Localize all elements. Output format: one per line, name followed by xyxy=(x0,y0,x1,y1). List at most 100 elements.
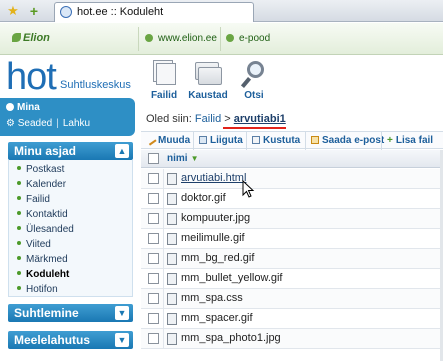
file-icon xyxy=(167,233,177,245)
site-favicon-icon xyxy=(60,6,72,18)
chevron-down-icon[interactable]: ▼ xyxy=(115,306,129,320)
table-row[interactable]: mm_spa_photo1.jpg xyxy=(141,329,443,349)
column-divider xyxy=(163,289,164,309)
logo-subtitle: Suhtluskeskus xyxy=(60,79,131,91)
bullet-icon xyxy=(145,34,153,42)
user-links: ⚙ Seaded | Lahku xyxy=(6,118,91,129)
file-name-link[interactable]: mm_spa_photo1.jpg xyxy=(181,332,281,344)
bookmark-star-icon[interactable]: ★ xyxy=(5,3,21,19)
file-icon xyxy=(167,333,177,345)
divider xyxy=(220,27,221,51)
table-row[interactable]: mm_spa.css xyxy=(141,289,443,309)
file-icon xyxy=(167,273,177,285)
file-icon xyxy=(167,253,177,265)
sidebar-item-kontaktid[interactable]: Kontaktid xyxy=(17,209,68,220)
plus-icon: + xyxy=(387,135,393,146)
chevron-down-icon[interactable]: ▼ xyxy=(115,333,129,347)
file-name-link[interactable]: doktor.gif xyxy=(181,192,226,204)
toolbar-folders-button[interactable]: Kaustad xyxy=(188,60,228,101)
tab-title: hot.ee :: Koduleht xyxy=(77,6,164,18)
browser-tab[interactable]: hot.ee :: Koduleht xyxy=(54,2,254,22)
table-row[interactable]: arvutiabi.html xyxy=(141,169,443,189)
row-checkbox[interactable] xyxy=(148,173,159,184)
select-all-checkbox[interactable] xyxy=(148,153,159,164)
search-icon xyxy=(240,60,268,88)
file-name-link[interactable]: mm_bg_red.gif xyxy=(181,252,254,264)
sidebar-item-kalender[interactable]: Kalender xyxy=(17,179,66,190)
user-icon xyxy=(6,103,14,111)
section-minu-asjad[interactable]: Minu asjad ▲ xyxy=(8,142,133,160)
hot-logo[interactable]: hot Suhtluskeskus xyxy=(0,56,138,98)
table-row[interactable]: mm_bg_red.gif xyxy=(141,249,443,269)
logout-link[interactable]: Lahku xyxy=(63,118,90,129)
file-name-link[interactable]: mm_spacer.gif xyxy=(181,312,253,324)
table-row[interactable]: mm_spacer.gif xyxy=(141,309,443,329)
column-divider xyxy=(163,169,164,189)
user-box: Mina ⚙ Seaded | Lahku xyxy=(0,98,135,136)
table-row[interactable]: mm_bullet_yellow.gif xyxy=(141,269,443,289)
logo-text: hot xyxy=(6,56,57,98)
sidebar-item-failid[interactable]: Failid xyxy=(17,194,50,205)
breadcrumb-prefix: Oled siin: xyxy=(146,113,192,125)
row-checkbox[interactable] xyxy=(148,313,159,324)
row-checkbox[interactable] xyxy=(148,333,159,344)
delete-button[interactable]: Kustuta xyxy=(246,132,300,150)
add-file-button[interactable]: + Lisa fail xyxy=(381,132,433,150)
column-divider xyxy=(163,329,164,349)
edit-button[interactable]: Muuda xyxy=(145,134,190,146)
table-row[interactable]: meilimulle.gif xyxy=(141,229,443,249)
row-checkbox[interactable] xyxy=(148,233,159,244)
chevron-up-icon[interactable]: ▲ xyxy=(115,144,129,158)
breadcrumb: Oled siin: Failid > arvutiabi1 xyxy=(146,113,286,125)
bullet-icon xyxy=(17,196,21,200)
toolbar-search-button[interactable]: Otsi xyxy=(234,60,274,101)
file-name-link[interactable]: mm_bullet_yellow.gif xyxy=(181,272,283,284)
file-icon xyxy=(167,293,177,305)
column-divider xyxy=(163,209,164,229)
browser-tab-bar: ★ + hot.ee :: Koduleht xyxy=(0,0,443,22)
section-meelelahutus[interactable]: Meelelahutus ▼ xyxy=(8,331,133,349)
link-e-pood[interactable]: e-pood xyxy=(226,33,270,44)
sidebar-item-postkast[interactable]: Postkast xyxy=(17,164,64,175)
column-divider xyxy=(163,269,164,289)
bullet-icon xyxy=(17,226,21,230)
section-suhtlemine[interactable]: Suhtlemine ▼ xyxy=(8,304,133,322)
cursor-arrow-icon xyxy=(242,180,255,198)
row-checkbox[interactable] xyxy=(148,253,159,264)
add-bookmark-icon[interactable]: + xyxy=(26,3,42,19)
file-name-link[interactable]: mm_spa.css xyxy=(181,292,243,304)
settings-link[interactable]: Seaded xyxy=(18,118,52,129)
user-profile-link[interactable]: Mina xyxy=(6,102,40,113)
table-row[interactable]: doktor.gif xyxy=(141,189,443,209)
column-divider xyxy=(163,249,164,269)
sidebar-item-viited[interactable]: Viited xyxy=(17,239,51,250)
pencil-icon xyxy=(145,134,157,146)
bullet-icon xyxy=(17,256,21,260)
bullet-icon xyxy=(17,286,21,290)
file-icon xyxy=(167,313,177,325)
file-name-link[interactable]: arvutiabi.html xyxy=(181,172,246,184)
sidebar-item-ulesanded[interactable]: Ülesanded xyxy=(17,224,74,235)
elion-logo[interactable]: Elion xyxy=(12,32,50,44)
file-name-link[interactable]: meilimulle.gif xyxy=(181,232,245,244)
toolbar-files-button[interactable]: Failid xyxy=(144,60,184,101)
link-elion-ee[interactable]: www.elion.ee xyxy=(145,33,217,44)
bullet-icon xyxy=(17,211,21,215)
table-row[interactable]: kompuuter.jpg xyxy=(141,209,443,229)
send-email-button[interactable]: Saada e-post xyxy=(305,132,384,150)
sidebar-item-koduleht[interactable]: Koduleht xyxy=(17,269,69,280)
breadcrumb-root[interactable]: Failid xyxy=(195,113,221,125)
file-table: nimi ▼ arvutiabi.html doktor.gif kompuuter.… xyxy=(141,150,443,361)
move-button[interactable]: Liiguta xyxy=(193,132,243,150)
row-checkbox[interactable] xyxy=(148,293,159,304)
file-icon xyxy=(167,213,177,225)
column-header-name[interactable]: nimi ▼ xyxy=(167,153,198,164)
sidebar-item-markmed[interactable]: Märkmed xyxy=(17,254,68,265)
file-name-link[interactable]: kompuuter.jpg xyxy=(181,212,250,224)
column-divider xyxy=(163,189,164,209)
row-checkbox[interactable] xyxy=(148,273,159,284)
sidebar-item-hotifon[interactable]: Hotifon xyxy=(17,284,58,295)
nav-list: Postkast Kalender Failid Kontaktid Ülesa… xyxy=(8,160,133,297)
row-checkbox[interactable] xyxy=(148,213,159,224)
row-checkbox[interactable] xyxy=(148,193,159,204)
